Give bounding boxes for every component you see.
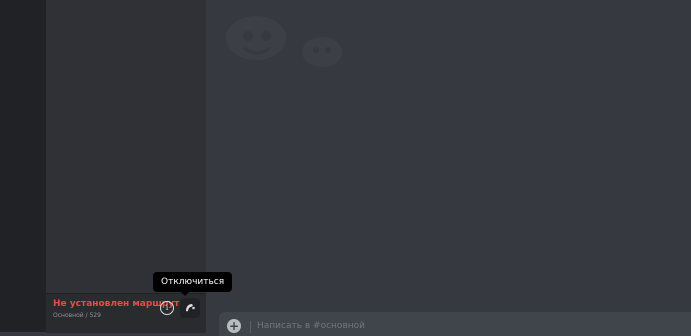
info-icon: i [165, 303, 169, 312]
message-input[interactable] [257, 319, 677, 333]
server-list [0, 0, 46, 332]
disconnect-button[interactable] [180, 298, 200, 318]
phone-hangup-icon [186, 304, 195, 312]
empty-channel-illustration [226, 16, 342, 67]
disconnect-tooltip: Отключиться [153, 272, 233, 296]
voice-channel-info: Основной / 529 [53, 312, 101, 319]
plus-circle-icon[interactable]: + [227, 319, 241, 333]
connection-info-button[interactable]: i [160, 301, 174, 315]
message-composer: + [219, 312, 691, 336]
chat-area [206, 0, 691, 332]
composer-divider [250, 321, 251, 333]
voice-connection-panel: Не установлен маршрут Основной / 529 i [46, 293, 206, 333]
